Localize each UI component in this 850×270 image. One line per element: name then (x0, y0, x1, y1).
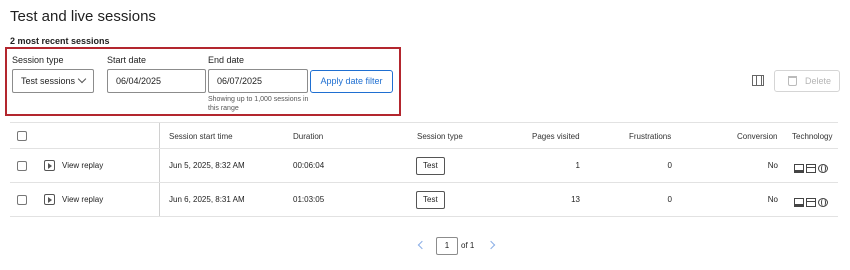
start-date-label: Start date (107, 55, 147, 65)
session-type-badge: Test (416, 157, 445, 175)
delete-label: Delete (805, 76, 832, 86)
end-date-input[interactable]: 06/07/2025 (208, 69, 308, 93)
monitor-icon (794, 198, 804, 207)
monitor-icon (794, 164, 804, 173)
page-title: Test and live sessions (10, 8, 156, 25)
view-replay-link[interactable]: View replay (62, 195, 103, 204)
chevron-right-icon[interactable] (486, 240, 496, 250)
globe-icon (818, 164, 828, 173)
duration-cell: 00:06:04 (293, 161, 325, 170)
pagination: 1 of 1 (410, 237, 510, 257)
header-frustrations[interactable]: Frustrations (629, 132, 671, 141)
table-row: View replay Jun 6, 2025, 8:31 AM 01:03:0… (10, 183, 838, 217)
table-header-row: Session start time Duration Session type… (10, 122, 838, 149)
date-filter-panel: Session type Test sessions Start date 06… (5, 47, 401, 116)
header-pages-visited[interactable]: Pages visited (532, 132, 580, 141)
play-icon[interactable] (44, 160, 55, 171)
delete-button[interactable]: Delete (774, 70, 840, 92)
frustrations-cell: 0 (667, 161, 672, 170)
browser-icon (806, 164, 816, 173)
conversion-cell: No (767, 161, 778, 170)
row-checkbox[interactable] (17, 195, 27, 205)
row-checkbox[interactable] (17, 161, 27, 171)
header-session-type[interactable]: Session type (417, 132, 463, 141)
technology-cell (794, 194, 830, 212)
chevron-left-icon[interactable] (417, 240, 427, 250)
header-technology: Technology (792, 132, 833, 141)
play-icon[interactable] (44, 194, 55, 205)
session-start-cell: Jun 6, 2025, 8:31 AM (169, 195, 245, 204)
header-session-start[interactable]: Session start time (169, 132, 233, 141)
session-type-select[interactable]: Test sessions (12, 69, 94, 93)
trash-icon (788, 76, 797, 86)
header-duration[interactable]: Duration (293, 132, 323, 141)
duration-cell: 01:03:05 (293, 195, 325, 204)
pages-visited-cell: 1 (575, 161, 580, 170)
page-number-input[interactable]: 1 (436, 237, 458, 255)
page-total-label: of 1 (461, 241, 475, 250)
end-date-label: End date (208, 55, 245, 65)
browser-icon (806, 198, 816, 207)
header-conversion[interactable]: Conversion (737, 132, 777, 141)
chevron-down-icon (77, 74, 87, 84)
session-type-label: Session type (12, 55, 64, 65)
session-type-value: Test sessions (21, 76, 76, 86)
conversion-cell: No (767, 195, 778, 204)
apply-date-filter-button[interactable]: Apply date filter (310, 70, 393, 93)
session-start-cell: Jun 5, 2025, 8:32 AM (169, 161, 245, 170)
select-all-checkbox[interactable] (17, 131, 27, 141)
date-range-hint: Showing up to 1,000 sessions in this ran… (208, 96, 309, 112)
frustrations-cell: 0 (667, 195, 672, 204)
columns-icon[interactable] (752, 75, 764, 86)
table-row: View replay Jun 5, 2025, 8:32 AM 00:06:0… (10, 149, 838, 183)
sessions-count-subtitle: 2 most recent sessions (10, 36, 110, 46)
column-divider (159, 149, 160, 182)
start-date-input[interactable]: 06/04/2025 (107, 69, 206, 93)
view-replay-link[interactable]: View replay (62, 161, 103, 170)
session-type-badge: Test (416, 191, 445, 209)
technology-cell (794, 160, 830, 178)
globe-icon (818, 198, 828, 207)
pages-visited-cell: 13 (571, 195, 580, 204)
column-divider (159, 183, 160, 216)
column-divider (159, 123, 160, 148)
